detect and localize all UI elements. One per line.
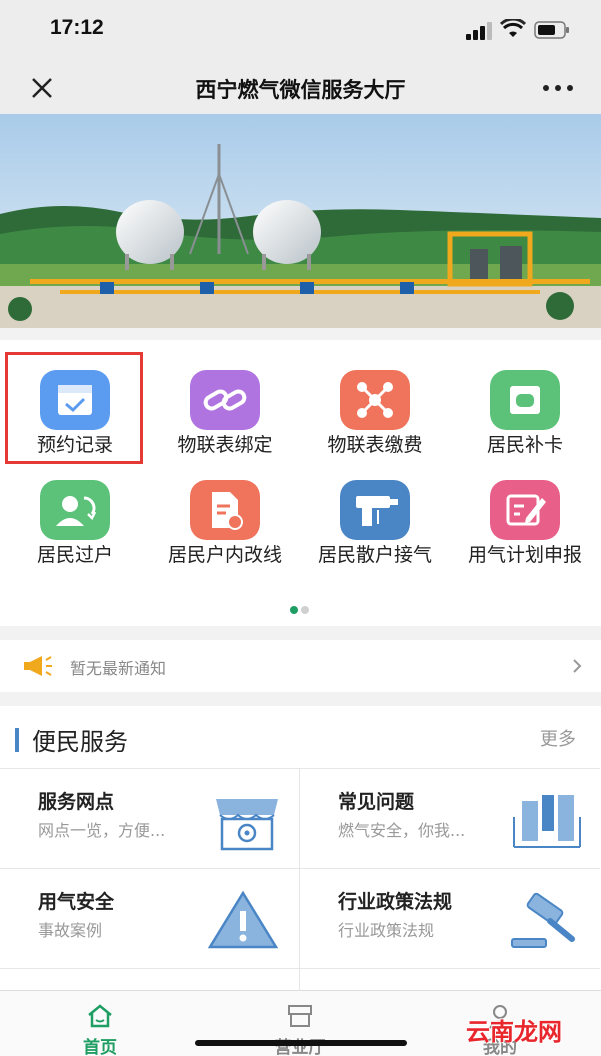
grid-item-retail-gas-connect[interactable]: 居民散户接气 (300, 480, 450, 590)
more-icon[interactable] (540, 76, 576, 100)
wifi-icon (500, 19, 526, 37)
more-link[interactable]: 更多 (540, 725, 576, 751)
tab-home[interactable]: 首页 (40, 995, 160, 1056)
grid-item-indoor-rewiring[interactable]: 居民户内改线 (150, 480, 300, 590)
gas-station-illustration (0, 114, 601, 328)
card-icon (490, 370, 560, 430)
function-grid: 预约记录 物联表绑定 物联表缴费 居民补卡 居民过户 居民户内改线 居民散户接气… (0, 340, 601, 626)
gavel-icon (511, 892, 575, 948)
service-subtitle: 事故案例 (38, 921, 103, 940)
chevron-right-icon (573, 659, 582, 673)
page-dot-active (290, 606, 298, 614)
service-item-gas-safety[interactable]: 用气安全 事故案例 (0, 868, 300, 968)
faq-panels-icon (513, 795, 581, 848)
megaphone-icon (24, 656, 52, 676)
grid-label: 居民散户接气 (317, 544, 432, 566)
signal-icon (466, 22, 492, 40)
drill-icon (340, 480, 410, 540)
highlight-box (5, 352, 143, 464)
service-subtitle: 燃气安全，你我... (338, 821, 466, 840)
service-title: 服务网点 (38, 791, 115, 813)
user-transfer-icon (40, 480, 110, 540)
grid-item-gas-plan-declare[interactable]: 用气计划申报 (450, 480, 600, 590)
service-item-faq[interactable]: 常见问题 燃气安全，你我... (300, 768, 600, 868)
home-icon (88, 1004, 112, 1028)
document-edit-icon (190, 480, 260, 540)
service-subtitle: 网点一览，方便... (38, 821, 166, 840)
battery-icon (534, 21, 569, 39)
grid-label: 物联表缴费 (327, 434, 423, 456)
grid-label: 居民过户 (36, 544, 113, 566)
banner-image[interactable] (0, 114, 601, 328)
network-icon (340, 370, 410, 430)
grid-label: 物联表绑定 (177, 434, 273, 456)
hall-icon (288, 1005, 312, 1027)
service-item-policy[interactable]: 行业政策法规 行业政策法规 (300, 868, 600, 968)
home-indicator[interactable] (195, 1040, 407, 1046)
service-title: 常见问题 (338, 791, 415, 813)
status-bar: 17:12 (0, 0, 601, 62)
grid-label: 居民补卡 (486, 434, 563, 456)
grid-item-iot-meter-bind[interactable]: 物联表绑定 (150, 370, 300, 480)
warning-icon (207, 890, 279, 949)
grid-item-card-replacement[interactable]: 居民补卡 (450, 370, 600, 480)
status-time: 17:12 (50, 16, 104, 39)
tab-label: 首页 (83, 1038, 117, 1056)
page-dot (301, 606, 309, 614)
notice-text: 暂无最新通知 (70, 659, 167, 678)
notice-bar[interactable]: 暂无最新通知 (0, 640, 601, 692)
service-title: 用气安全 (38, 891, 115, 913)
convenience-services: 便民服务 更多 服务网点 网点一览，方便... 常见问题 燃气安全，你我... … (0, 706, 601, 996)
storefront-icon (216, 799, 278, 851)
tab-business-hall[interactable]: 营业厅 (240, 995, 360, 1056)
grid-label: 居民户内改线 (167, 544, 282, 566)
section-title: 便民服务 (32, 728, 128, 756)
page-title: 西宁燃气微信服务大厅 (195, 78, 406, 102)
grid-item-transfer[interactable]: 居民过户 (0, 480, 150, 590)
watermark: 云南龙网 (466, 1017, 562, 1046)
section-accent-bar (15, 728, 19, 752)
page-indicator (290, 599, 312, 618)
nav-bar: 西宁燃气微信服务大厅 (0, 62, 601, 114)
service-subtitle: 行业政策法规 (338, 921, 435, 940)
link-icon (190, 370, 260, 430)
grid-item-iot-meter-pay[interactable]: 物联表缴费 (300, 370, 450, 480)
service-item-outlets[interactable]: 服务网点 网点一览，方便... (0, 768, 300, 868)
service-title: 行业政策法规 (338, 891, 453, 913)
pencil-form-icon (490, 480, 560, 540)
grid-label: 用气计划申报 (467, 544, 582, 566)
